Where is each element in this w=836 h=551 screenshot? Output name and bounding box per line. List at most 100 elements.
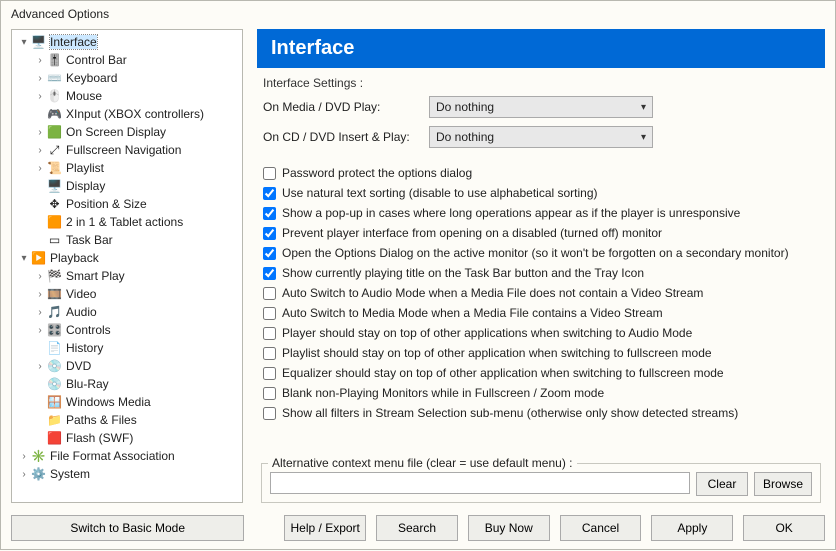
tree-icon: 🎮 — [46, 106, 63, 122]
tree-expander-icon[interactable]: › — [34, 325, 46, 336]
tree-item[interactable]: ›🎵Audio — [14, 303, 240, 321]
tree-item[interactable]: ›🎞️Video — [14, 285, 240, 303]
tree-item[interactable]: 🟧2 in 1 & Tablet actions — [14, 213, 240, 231]
tree-item[interactable]: ▾🖥️Interface — [14, 33, 240, 51]
clear-button[interactable]: Clear — [696, 472, 748, 496]
checkbox-row[interactable]: Equalizer should stay on top of other ap… — [263, 363, 819, 383]
checkbox-row[interactable]: Player should stay on top of other appli… — [263, 323, 819, 343]
tree-item[interactable]: 💿Blu-Ray — [14, 375, 240, 393]
tree-expander-icon[interactable]: › — [34, 163, 46, 174]
tree-expander-icon[interactable]: › — [34, 91, 46, 102]
checkbox-row[interactable]: Use natural text sorting (disable to use… — [263, 183, 819, 203]
combo-cd-dvd-insert[interactable]: Do nothing ▾ — [429, 126, 653, 148]
tree-expander-icon[interactable]: › — [34, 145, 46, 156]
tree-item[interactable]: ▭Task Bar — [14, 231, 240, 249]
tree-item[interactable]: ›⤢Fullscreen Navigation — [14, 141, 240, 159]
checkbox-row[interactable]: Show all filters in Stream Selection sub… — [263, 403, 819, 423]
tree-item[interactable]: 🖥️Display — [14, 177, 240, 195]
tree-expander-icon[interactable]: › — [34, 271, 46, 282]
tree-item[interactable]: ›📜Playlist — [14, 159, 240, 177]
tree-item-label: Keyboard — [66, 71, 117, 85]
tree-expander-icon[interactable]: ▾ — [18, 253, 30, 264]
tree-item[interactable]: ▾▶️Playback — [14, 249, 240, 267]
checkbox-row[interactable]: Blank non-Playing Monitors while in Full… — [263, 383, 819, 403]
checkbox-row[interactable]: Auto Switch to Audio Mode when a Media F… — [263, 283, 819, 303]
help-export-button[interactable]: Help / Export — [284, 515, 366, 541]
tree-expander-icon[interactable]: › — [34, 361, 46, 372]
apply-button[interactable]: Apply — [651, 515, 733, 541]
tree-icon: 🟥 — [46, 430, 63, 446]
checkbox-input[interactable] — [263, 387, 276, 400]
tree-item[interactable]: ›✳️File Format Association — [14, 447, 240, 465]
section-header: Interface — [257, 29, 825, 68]
tree-expander-icon[interactable]: ▾ — [18, 37, 30, 48]
combo-media-dvd-play[interactable]: Do nothing ▾ — [429, 96, 653, 118]
checkbox-input[interactable] — [263, 167, 276, 180]
checkbox-input[interactable] — [263, 327, 276, 340]
tree-item[interactable]: 🟥Flash (SWF) — [14, 429, 240, 447]
checkbox-row[interactable]: Show currently playing title on the Task… — [263, 263, 819, 283]
tree-item[interactable]: ›🏁Smart Play — [14, 267, 240, 285]
checkbox-row[interactable]: Password protect the options dialog — [263, 163, 819, 183]
tree-item[interactable]: 🎮XInput (XBOX controllers) — [14, 105, 240, 123]
tree-icon: 🎚️ — [46, 52, 63, 68]
checkbox-row[interactable]: Auto Switch to Media Mode when a Media F… — [263, 303, 819, 323]
checkbox-input[interactable] — [263, 347, 276, 360]
nav-tree[interactable]: ▾🖥️Interface›🎚️Control Bar›⌨️Keyboard›🖱️… — [11, 29, 243, 503]
tree-icon: 🎞️ — [46, 286, 63, 302]
tree-expander-icon[interactable]: › — [34, 289, 46, 300]
tree-item[interactable]: ›🖱️Mouse — [14, 87, 240, 105]
tree-icon: ▭ — [46, 232, 63, 248]
tree-expander-icon[interactable]: › — [34, 127, 46, 138]
checkbox-row[interactable]: Show a pop-up in cases where long operat… — [263, 203, 819, 223]
checkbox-label: Use natural text sorting (disable to use… — [282, 186, 598, 200]
tree-item[interactable]: 🪟Windows Media — [14, 393, 240, 411]
tree-expander-icon[interactable]: › — [18, 451, 30, 462]
checkbox-input[interactable] — [263, 407, 276, 420]
checkbox-row[interactable]: Prevent player interface from opening on… — [263, 223, 819, 243]
checkbox-input[interactable] — [263, 307, 276, 320]
buy-now-button[interactable]: Buy Now — [468, 515, 550, 541]
tree-expander-icon[interactable]: › — [18, 469, 30, 480]
switch-to-basic-button[interactable]: Switch to Basic Mode — [11, 515, 244, 541]
combo-value: Do nothing — [436, 100, 494, 114]
checkbox-label: Show all filters in Stream Selection sub… — [282, 406, 738, 420]
tree-item[interactable]: ›💿DVD — [14, 357, 240, 375]
combo-value: Do nothing — [436, 130, 494, 144]
checkbox-label: Blank non-Playing Monitors while in Full… — [282, 386, 604, 400]
tree-item[interactable]: 📄History — [14, 339, 240, 357]
tree-expander-icon[interactable]: › — [34, 307, 46, 318]
checkbox-input[interactable] — [263, 227, 276, 240]
checkbox-input[interactable] — [263, 267, 276, 280]
tree-icon: ⚙️ — [30, 466, 47, 482]
tree-item[interactable]: ›🎛️Controls — [14, 321, 240, 339]
checkbox-input[interactable] — [263, 207, 276, 220]
checkbox-input[interactable] — [263, 287, 276, 300]
tree-item-label: Flash (SWF) — [66, 431, 133, 445]
browse-button[interactable]: Browse — [754, 472, 812, 496]
tree-item[interactable]: ›🟩On Screen Display — [14, 123, 240, 141]
tree-item[interactable]: 📁Paths & Files — [14, 411, 240, 429]
tree-expander-icon[interactable]: › — [34, 73, 46, 84]
checkbox-label: Auto Switch to Audio Mode when a Media F… — [282, 286, 703, 300]
checkbox-list[interactable]: Password protect the options dialog Use n… — [257, 160, 825, 457]
tree-icon: ⌨️ — [46, 70, 63, 86]
tree-item[interactable]: ›⌨️Keyboard — [14, 69, 240, 87]
checkbox-input[interactable] — [263, 247, 276, 260]
cancel-button-bottom[interactable]: Cancel — [560, 515, 642, 541]
checkbox-row[interactable]: Playlist should stay on top of other app… — [263, 343, 819, 363]
tree-icon: 💿 — [46, 358, 63, 374]
tree-item[interactable]: ✥Position & Size — [14, 195, 240, 213]
checkbox-input[interactable] — [263, 367, 276, 380]
tree-expander-icon[interactable]: › — [34, 55, 46, 66]
checkbox-row[interactable]: Open the Options Dialog on the active mo… — [263, 243, 819, 263]
checkbox-input[interactable] — [263, 187, 276, 200]
checkbox-label: Show a pop-up in cases where long operat… — [282, 206, 740, 220]
tree-item-label: Fullscreen Navigation — [66, 143, 181, 157]
tree-item[interactable]: ›🎚️Control Bar — [14, 51, 240, 69]
tree-item[interactable]: ›⚙️System — [14, 465, 240, 483]
tree-icon: 🖥️ — [46, 178, 63, 194]
search-button[interactable]: Search — [376, 515, 458, 541]
alt-menu-input[interactable] — [270, 472, 690, 494]
ok-button[interactable]: OK — [743, 515, 825, 541]
